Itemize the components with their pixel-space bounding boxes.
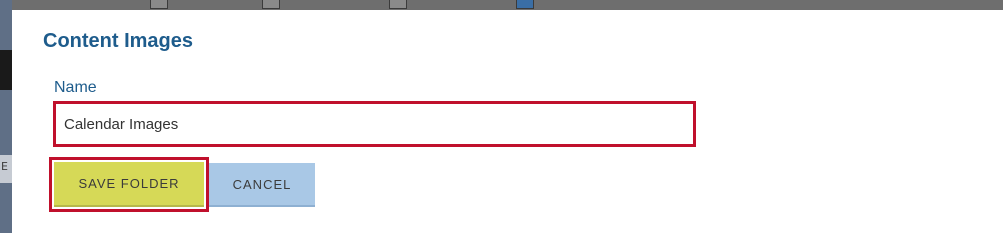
- save-folder-button[interactable]: SAVE FOLDER: [54, 162, 204, 207]
- dialog-title: Content Images: [43, 30, 194, 52]
- background-nav-icon: [389, 0, 407, 9]
- background-partial-text: E: [1, 160, 8, 173]
- cancel-button[interactable]: CANCEL: [209, 163, 315, 207]
- content-images-dialog: Content Images Name SAVE FOLDER CANCEL: [12, 10, 1003, 233]
- background-nav-icon: [262, 0, 280, 9]
- name-label: Name: [54, 79, 97, 96]
- background-nav-icon: [516, 0, 534, 9]
- folder-name-input[interactable]: [53, 101, 696, 147]
- background-sidebar-strip: [0, 0, 12, 233]
- background-nav-icon: [150, 0, 168, 9]
- background-sidebar-block: [0, 50, 12, 90]
